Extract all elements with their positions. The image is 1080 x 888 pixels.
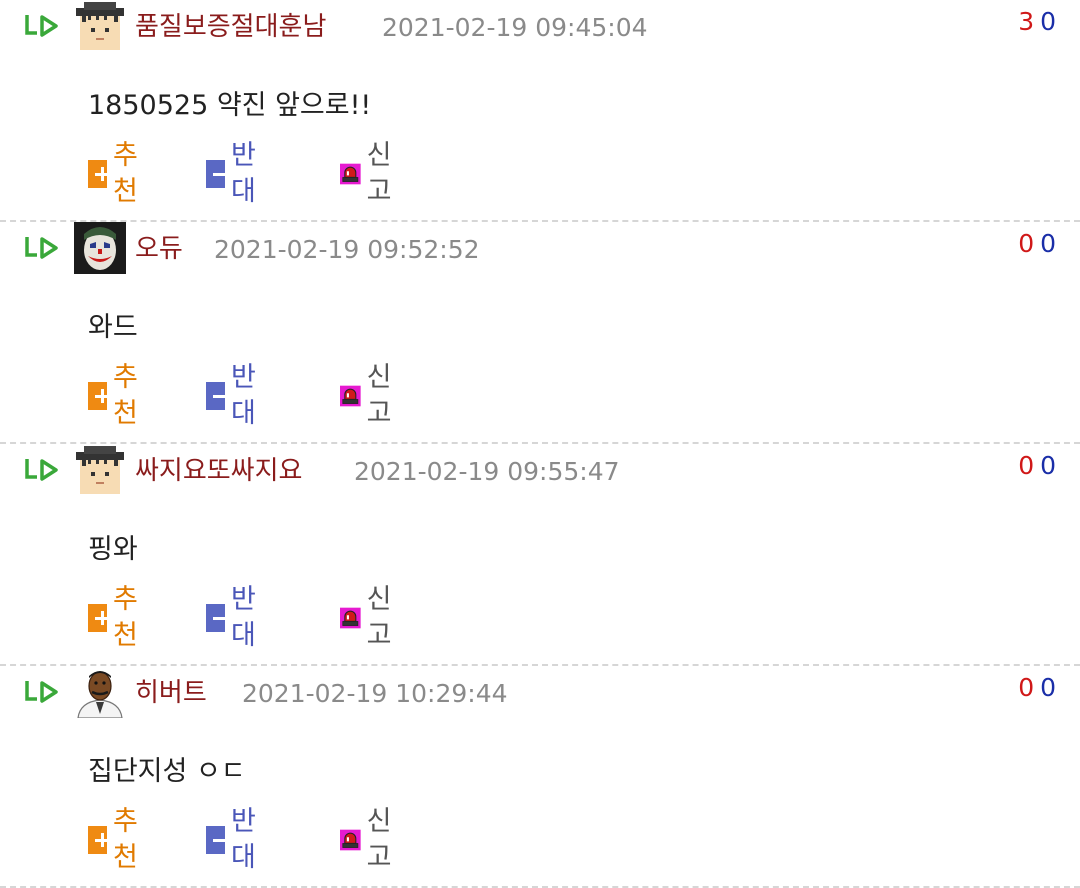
minus-icon <box>206 160 228 188</box>
comment-date: 2021-02-19 10:29:44 <box>242 679 508 708</box>
minus-icon <box>206 826 228 854</box>
recommend-button[interactable]: 추천 <box>88 362 147 429</box>
upvote-count: 0 <box>1018 229 1035 258</box>
downvote-count: 0 <box>1040 229 1056 258</box>
comment-text: 와드 <box>88 312 138 343</box>
comment-date: 2021-02-19 09:52:52 <box>214 235 480 264</box>
oppose-label: 반대 <box>231 584 256 651</box>
oppose-label: 반대 <box>231 362 256 429</box>
comment-text: 집단지성 ㅇㄷ <box>88 756 246 787</box>
comment-text: 1850525 약진 앞으로!! <box>88 90 372 121</box>
upvote-count: 0 <box>1018 673 1035 702</box>
report-label: 신고 <box>366 806 392 873</box>
report-button[interactable]: 신고 <box>340 584 401 651</box>
upvote-count: 0 <box>1018 451 1035 480</box>
comment-list: 품질보증절대훈남 2021-02-19 09:45:04 30 1850525 … <box>0 0 1080 888</box>
comment-item: 오듀 2021-02-19 09:52:52 00 와드 추천 반대 신고 <box>0 222 1080 444</box>
comment-text: 핑와 <box>88 534 138 565</box>
recommend-label: 추천 <box>113 140 138 207</box>
siren-icon <box>340 607 361 629</box>
minus-icon <box>206 604 228 632</box>
graduate-cap-avatar-icon[interactable] <box>74 0 126 52</box>
recommend-label: 추천 <box>113 806 138 873</box>
report-button[interactable]: 신고 <box>340 362 401 429</box>
siren-icon <box>340 829 361 851</box>
report-button[interactable]: 신고 <box>340 806 401 873</box>
oppose-label: 반대 <box>231 806 256 873</box>
graduate-cap-avatar-icon[interactable] <box>74 444 126 496</box>
comment-item: 품질보증절대훈남 2021-02-19 09:45:04 30 1850525 … <box>0 0 1080 222</box>
siren-icon <box>340 385 361 407</box>
recommend-label: 추천 <box>113 362 138 429</box>
comment-nickname[interactable]: 히버트 <box>135 676 207 710</box>
reply-arrow-icon <box>25 237 58 259</box>
siren-icon <box>340 163 361 185</box>
joker-avatar-icon[interactable] <box>74 222 126 274</box>
reply-arrow-icon <box>25 15 58 37</box>
recommend-button[interactable]: 추천 <box>88 806 147 873</box>
report-button[interactable]: 신고 <box>340 140 401 207</box>
report-label: 신고 <box>366 140 392 207</box>
comment-nickname[interactable]: 품질보증절대훈남 <box>135 10 326 44</box>
downvote-count: 0 <box>1040 451 1056 480</box>
report-label: 신고 <box>366 584 392 651</box>
reply-arrow-icon <box>25 681 58 703</box>
comment-date: 2021-02-19 09:55:47 <box>354 457 620 486</box>
downvote-count: 0 <box>1040 673 1056 702</box>
oppose-button[interactable]: 반대 <box>206 806 265 873</box>
oppose-button[interactable]: 반대 <box>206 362 265 429</box>
oppose-label: 반대 <box>231 140 256 207</box>
vote-counts: 00 <box>1018 228 1056 260</box>
comment-item: 싸지요또싸지요 2021-02-19 09:55:47 00 핑와 추천 반대 … <box>0 444 1080 666</box>
comment-date: 2021-02-19 09:45:04 <box>382 13 648 42</box>
minus-icon <box>206 382 228 410</box>
doctor-avatar-icon[interactable] <box>74 666 126 718</box>
plus-icon <box>88 604 110 632</box>
downvote-count: 0 <box>1040 7 1056 36</box>
comment-nickname[interactable]: 오듀 <box>135 232 183 266</box>
plus-icon <box>88 382 110 410</box>
vote-counts: 00 <box>1018 672 1056 704</box>
oppose-button[interactable]: 반대 <box>206 584 265 651</box>
oppose-button[interactable]: 반대 <box>206 140 265 207</box>
recommend-button[interactable]: 추천 <box>88 140 147 207</box>
recommend-button[interactable]: 추천 <box>88 584 147 651</box>
comment-item: 히버트 2021-02-19 10:29:44 00 집단지성 ㅇㄷ 추천 반대… <box>0 666 1080 888</box>
recommend-label: 추천 <box>113 584 138 651</box>
report-label: 신고 <box>366 362 392 429</box>
reply-arrow-icon <box>25 459 58 481</box>
vote-counts: 30 <box>1018 6 1056 38</box>
plus-icon <box>88 160 110 188</box>
comment-nickname[interactable]: 싸지요또싸지요 <box>135 454 302 488</box>
vote-counts: 00 <box>1018 450 1056 482</box>
plus-icon <box>88 826 110 854</box>
upvote-count: 3 <box>1018 7 1035 36</box>
